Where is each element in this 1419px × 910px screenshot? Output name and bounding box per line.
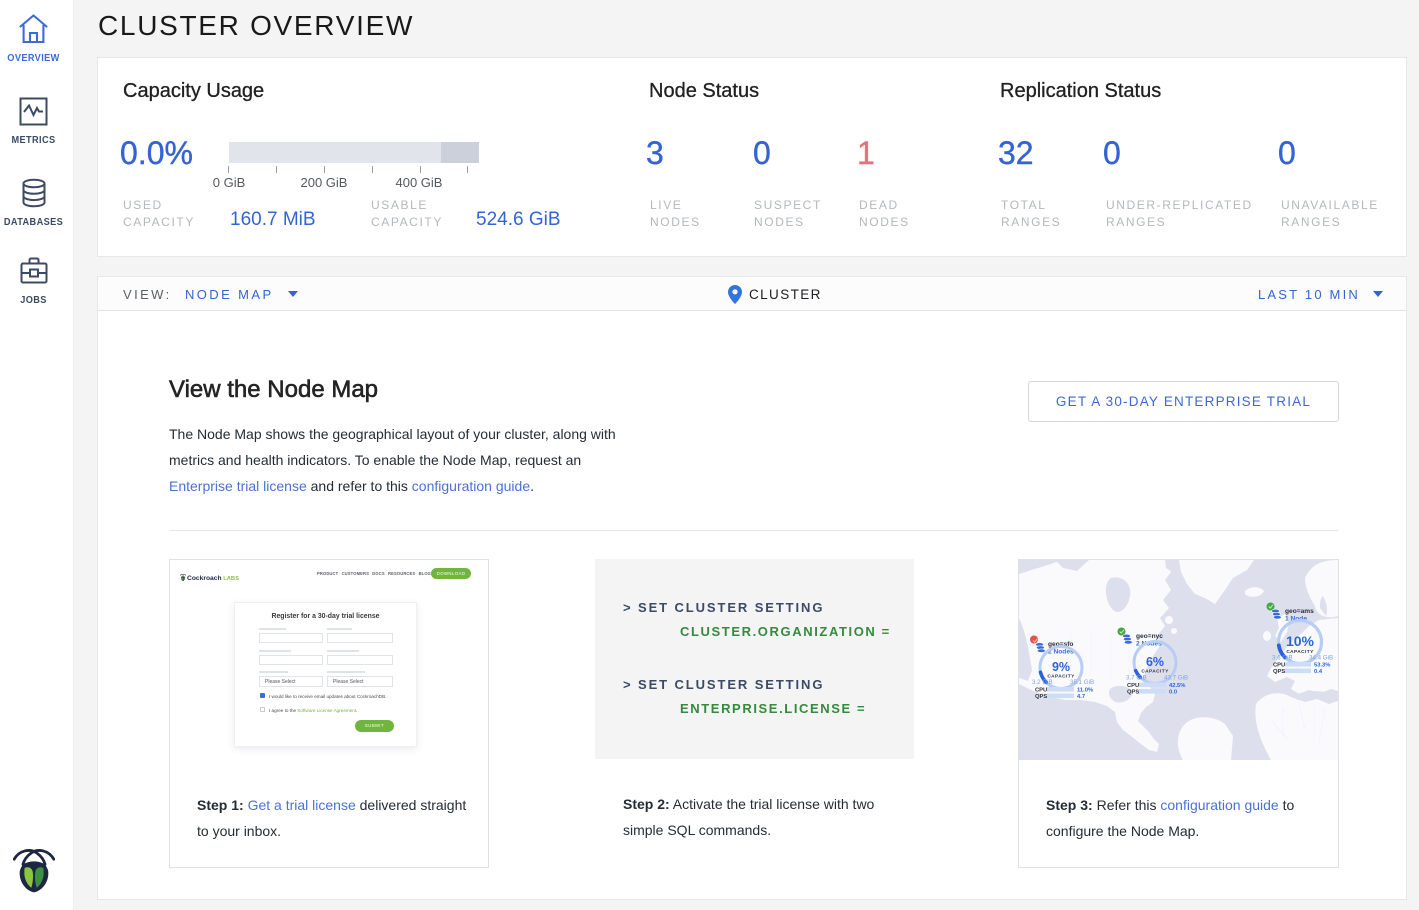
- svg-text:CPU: CPU: [1273, 663, 1285, 669]
- svg-text:geo=nyc: geo=nyc: [1136, 633, 1163, 640]
- svg-text:6%: 6%: [1146, 655, 1164, 669]
- svg-text:0.4: 0.4: [1314, 669, 1323, 675]
- svg-text:QPS: QPS: [1273, 669, 1285, 675]
- svg-text:CPU: CPU: [1127, 683, 1139, 689]
- svg-text:CPU: CPU: [1035, 688, 1047, 694]
- svg-text:53.3%: 53.3%: [1314, 663, 1330, 669]
- svg-text:35.1 GiB: 35.1 GiB: [1070, 679, 1094, 686]
- svg-text:geo=ams: geo=ams: [1285, 608, 1314, 615]
- svg-text:QPS: QPS: [1035, 694, 1047, 700]
- svg-text:42.5%: 42.5%: [1169, 683, 1185, 689]
- svg-text:43.7 GiB: 43.7 GiB: [1164, 675, 1188, 682]
- svg-text:QPS: QPS: [1127, 690, 1139, 696]
- svg-text:10%: 10%: [1286, 633, 1315, 649]
- svg-text:3.7 GiB: 3.7 GiB: [1126, 675, 1147, 682]
- svg-text:3.6 GiB: 3.6 GiB: [1272, 655, 1293, 662]
- svg-text:34.4 GiB: 34.4 GiB: [1309, 655, 1333, 662]
- svg-text:0.0: 0.0: [1169, 690, 1177, 696]
- svg-text:9%: 9%: [1052, 660, 1070, 674]
- svg-text:3.2 GiB: 3.2 GiB: [1032, 679, 1053, 686]
- svg-text:11.0%: 11.0%: [1077, 688, 1093, 694]
- svg-text:4.7: 4.7: [1077, 694, 1085, 700]
